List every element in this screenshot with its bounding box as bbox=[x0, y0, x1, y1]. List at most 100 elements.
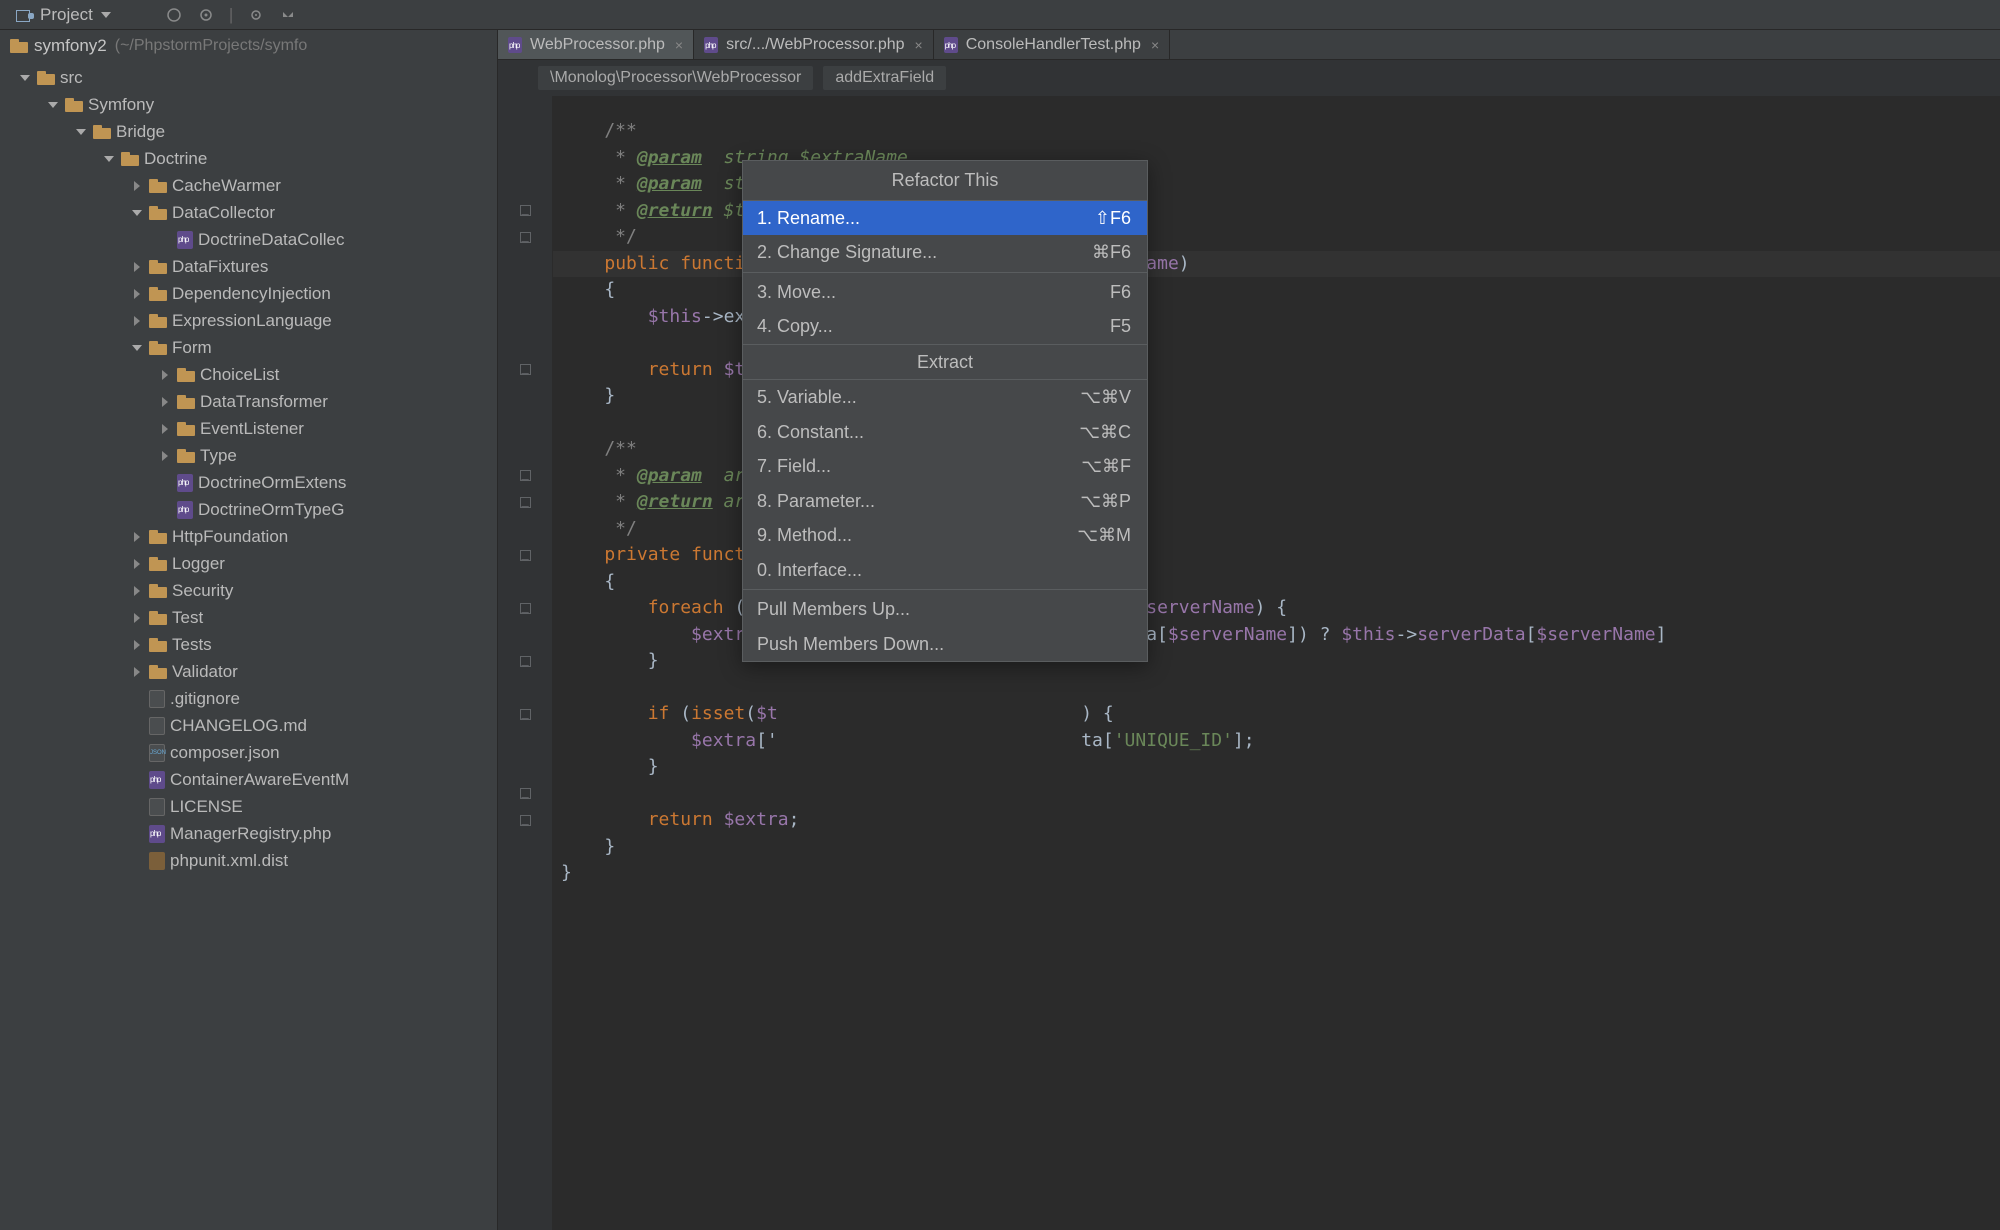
tree-node[interactable]: ExpressionLanguage bbox=[0, 307, 497, 334]
fold-icon[interactable] bbox=[520, 815, 531, 826]
tree-arrow-icon[interactable] bbox=[130, 314, 144, 328]
fold-icon[interactable] bbox=[520, 470, 531, 481]
target-icon[interactable] bbox=[197, 6, 215, 24]
popup-item[interactable]: 6. Constant...⌥⌘C bbox=[743, 415, 1147, 450]
tree-arrow-icon[interactable] bbox=[74, 125, 88, 139]
tree-node[interactable]: Logger bbox=[0, 550, 497, 577]
tree-node[interactable]: LICENSE bbox=[0, 793, 497, 820]
tree-node[interactable]: EventListener bbox=[0, 415, 497, 442]
gutter bbox=[498, 96, 553, 1230]
popup-item[interactable]: 5. Variable...⌥⌘V bbox=[743, 380, 1147, 415]
tree-node[interactable]: HttpFoundation bbox=[0, 523, 497, 550]
breadcrumb-path[interactable]: \Monolog\Processor\WebProcessor bbox=[538, 66, 813, 90]
tree-arrow-icon[interactable] bbox=[130, 530, 144, 544]
tree-node[interactable]: Type bbox=[0, 442, 497, 469]
tree-node[interactable]: DataTransformer bbox=[0, 388, 497, 415]
popup-item[interactable]: 1. Rename...⇧F6 bbox=[743, 201, 1147, 236]
tree-node[interactable]: Bridge bbox=[0, 118, 497, 145]
tree-node[interactable]: Form bbox=[0, 334, 497, 361]
editor-tab[interactable]: ConsoleHandlerTest.php × bbox=[934, 30, 1170, 59]
tree-arrow-icon[interactable] bbox=[130, 638, 144, 652]
tree-arrow-icon[interactable] bbox=[130, 179, 144, 193]
folder-icon bbox=[121, 152, 139, 166]
popup-item[interactable]: Pull Members Up... bbox=[743, 592, 1147, 627]
file-icon bbox=[149, 771, 165, 789]
tree-arrow-icon[interactable] bbox=[130, 665, 144, 679]
code-editor[interactable]: /** * @param string $extraName * @param … bbox=[498, 96, 2000, 1230]
tree-arrow-icon[interactable] bbox=[130, 260, 144, 274]
popup-item[interactable]: 9. Method...⌥⌘M bbox=[743, 518, 1147, 553]
popup-item[interactable]: Push Members Down... bbox=[743, 627, 1147, 662]
popup-item[interactable]: 4. Copy...F5 bbox=[743, 309, 1147, 344]
popup-item-label: 6. Constant... bbox=[757, 419, 864, 446]
tree-node[interactable]: Security bbox=[0, 577, 497, 604]
close-icon[interactable]: × bbox=[675, 37, 683, 53]
tree-node[interactable]: .gitignore bbox=[0, 685, 497, 712]
tree-arrow-icon[interactable] bbox=[158, 422, 172, 436]
tab-label: ConsoleHandlerTest.php bbox=[966, 36, 1141, 54]
folder-icon bbox=[149, 287, 167, 301]
tree-arrow-icon[interactable] bbox=[158, 449, 172, 463]
project-dropdown[interactable]: Project bbox=[8, 3, 119, 27]
editor-tab[interactable]: WebProcessor.php × bbox=[498, 30, 694, 59]
tree-node[interactable]: CHANGELOG.md bbox=[0, 712, 497, 739]
popup-item[interactable]: 3. Move...F6 bbox=[743, 275, 1147, 310]
tree-node[interactable]: DataFixtures bbox=[0, 253, 497, 280]
tree-node[interactable]: ChoiceList bbox=[0, 361, 497, 388]
popup-item[interactable]: 8. Parameter...⌥⌘P bbox=[743, 484, 1147, 519]
tree-node[interactable]: composer.json bbox=[0, 739, 497, 766]
popup-item[interactable]: 0. Interface... bbox=[743, 553, 1147, 588]
tree-arrow-icon[interactable] bbox=[130, 287, 144, 301]
popup-item-shortcut: ⌥⌘F bbox=[1081, 453, 1131, 480]
tree-node[interactable]: Doctrine bbox=[0, 145, 497, 172]
folder-icon bbox=[149, 206, 167, 220]
tree-arrow-icon[interactable] bbox=[130, 611, 144, 625]
gear-icon[interactable] bbox=[247, 6, 265, 24]
project-root[interactable]: symfony2 (~/PhpstormProjects/symfo bbox=[0, 30, 497, 62]
hide-icon[interactable] bbox=[279, 6, 297, 24]
tab-label: WebProcessor.php bbox=[530, 36, 665, 54]
popup-item[interactable]: 7. Field...⌥⌘F bbox=[743, 449, 1147, 484]
fold-icon[interactable] bbox=[520, 497, 531, 508]
tree-node[interactable]: ManagerRegistry.php bbox=[0, 820, 497, 847]
tree-arrow-icon[interactable] bbox=[46, 98, 60, 112]
fold-icon[interactable] bbox=[520, 364, 531, 375]
fold-icon[interactable] bbox=[520, 709, 531, 720]
tree-label: CHANGELOG.md bbox=[170, 716, 307, 736]
fold-icon[interactable] bbox=[520, 603, 531, 614]
folder-icon bbox=[149, 341, 167, 355]
tree-arrow-icon[interactable] bbox=[102, 152, 116, 166]
tree-node[interactable]: Symfony bbox=[0, 91, 497, 118]
tree-arrow-icon[interactable] bbox=[18, 71, 32, 85]
tree-arrow-icon[interactable] bbox=[158, 395, 172, 409]
popup-item[interactable]: 2. Change Signature...⌘F6 bbox=[743, 235, 1147, 270]
tree-node[interactable]: Test bbox=[0, 604, 497, 631]
collapse-icon[interactable] bbox=[165, 6, 183, 24]
tree-node[interactable]: CacheWarmer bbox=[0, 172, 497, 199]
tree-arrow-icon[interactable] bbox=[130, 584, 144, 598]
tree-arrow-icon[interactable] bbox=[130, 206, 144, 220]
tree-node[interactable]: Validator bbox=[0, 658, 497, 685]
fold-icon[interactable] bbox=[520, 232, 531, 243]
tree-node[interactable]: DoctrineOrmExtens bbox=[0, 469, 497, 496]
tree-node[interactable]: src bbox=[0, 64, 497, 91]
editor-tab[interactable]: src/.../WebProcessor.php× bbox=[694, 30, 934, 59]
tree-node[interactable]: Tests bbox=[0, 631, 497, 658]
breadcrumb-method[interactable]: addExtraField bbox=[823, 66, 946, 90]
tree-node[interactable]: DependencyInjection bbox=[0, 280, 497, 307]
tree-node[interactable]: ContainerAwareEventM bbox=[0, 766, 497, 793]
tree-arrow-icon[interactable] bbox=[158, 368, 172, 382]
close-icon[interactable]: × bbox=[1151, 37, 1159, 53]
file-icon bbox=[149, 717, 165, 735]
tree-node[interactable]: phpunit.xml.dist bbox=[0, 847, 497, 874]
close-icon[interactable]: × bbox=[915, 37, 923, 53]
tree-arrow-icon[interactable] bbox=[130, 557, 144, 571]
fold-icon[interactable] bbox=[520, 205, 531, 216]
fold-icon[interactable] bbox=[520, 550, 531, 561]
fold-icon[interactable] bbox=[520, 656, 531, 667]
tree-arrow-icon[interactable] bbox=[130, 341, 144, 355]
tree-node[interactable]: DoctrineDataCollec bbox=[0, 226, 497, 253]
tree-node[interactable]: DataCollector bbox=[0, 199, 497, 226]
tree-node[interactable]: DoctrineOrmTypeG bbox=[0, 496, 497, 523]
fold-icon[interactable] bbox=[520, 788, 531, 799]
